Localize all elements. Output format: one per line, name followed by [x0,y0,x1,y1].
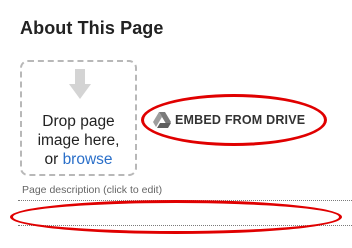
dropzone-line-3: or browse [22,150,135,169]
dropzone-text: Drop page image here, or browse [22,112,135,169]
about-page-panel: About This Page Drop page image here, or… [0,0,352,248]
page-description-field[interactable] [18,200,352,226]
embed-from-drive-button[interactable]: EMBED FROM DRIVE [153,108,305,132]
section-title: About This Page [20,18,164,38]
google-drive-icon [153,112,171,128]
image-dropzone[interactable]: Drop page image here, or browse [20,60,137,176]
embed-from-drive-label: EMBED FROM DRIVE [175,113,306,127]
dropzone-or-text: or [44,151,63,168]
browse-link[interactable]: browse [63,151,113,168]
down-arrow-icon [69,69,91,99]
dropzone-line-2: image here, [37,132,120,149]
dropzone-line-1: Drop page [42,113,115,130]
page-description-label: Page description (click to edit) [22,184,163,196]
